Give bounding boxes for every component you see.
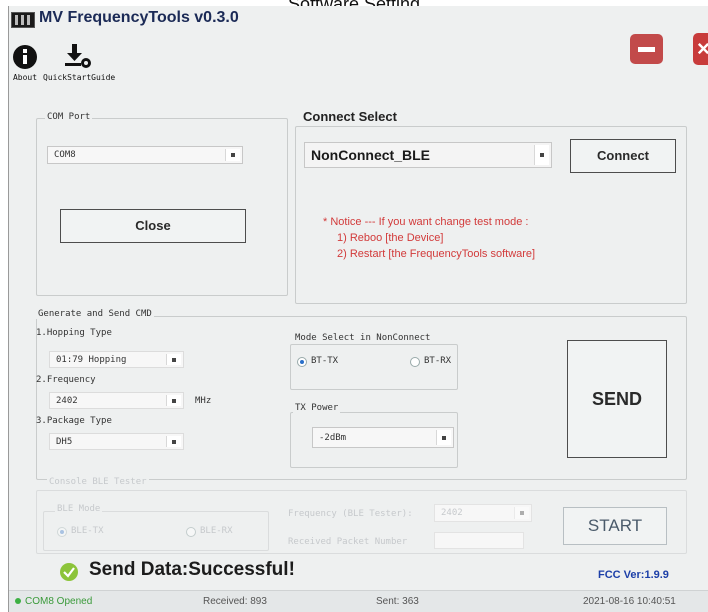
- download-gear-icon: [65, 44, 91, 68]
- app-window: MV FrequencyTools v0.3.0 × About QuickSt…: [8, 6, 708, 612]
- quickstart-button[interactable]: QuickStartGuide: [43, 44, 116, 82]
- generate-send-legend: Generate and Send CMD: [36, 309, 154, 319]
- ble-frequency-value: 2402: [441, 508, 463, 518]
- connect-select-legend: Connect Select: [301, 109, 399, 124]
- ble-rx-label: BLE-RX: [200, 526, 233, 536]
- bt-tx-radio[interactable]: [297, 357, 307, 367]
- minimize-button[interactable]: [630, 34, 663, 64]
- received-count: Received: 893: [203, 596, 267, 607]
- chevron-down-icon[interactable]: [166, 436, 181, 447]
- frequency-value: 2402: [56, 395, 78, 406]
- fcc-version: FCC Ver:1.9.9: [598, 569, 669, 581]
- package-type-value: DH5: [56, 436, 73, 447]
- chevron-down-icon[interactable]: [534, 145, 549, 165]
- ble-mode-legend: BLE Mode: [55, 504, 103, 514]
- close-port-button[interactable]: Close: [60, 209, 246, 243]
- title-bar: MV FrequencyTools v0.3.0: [9, 6, 708, 40]
- chevron-down-icon[interactable]: [166, 395, 181, 406]
- status-bar: COM8 Opened Received: 893 Sent: 363 2021…: [9, 590, 708, 612]
- com-port-group: [36, 118, 288, 296]
- com-port-legend: COM Port: [45, 112, 93, 122]
- notice-line-1: * Notice --- If you want change test mod…: [323, 216, 529, 228]
- chevron-down-icon[interactable]: [436, 430, 451, 445]
- ble-rx-radio[interactable]: [186, 527, 196, 537]
- ble-frequency-select[interactable]: 2402: [434, 504, 532, 522]
- about-label: About: [12, 73, 38, 82]
- about-button[interactable]: About: [11, 44, 39, 82]
- bt-tx-label: BT-TX: [311, 356, 339, 366]
- status-dot-icon: [15, 598, 21, 605]
- mode-select-legend: Mode Select in NonConnect: [293, 333, 433, 343]
- start-button[interactable]: START: [563, 507, 667, 545]
- app-title: MV FrequencyTools v0.3.0: [39, 9, 239, 26]
- app-icon: [11, 12, 35, 28]
- notice-line-2: 1) Reboo [the Device]: [337, 232, 444, 244]
- port-status: COM8 Opened: [15, 596, 92, 607]
- chevron-down-icon[interactable]: [514, 507, 529, 519]
- mode-select-group: [290, 344, 458, 390]
- bt-rx-radio[interactable]: [410, 357, 420, 367]
- connect-button[interactable]: Connect: [570, 139, 676, 173]
- frequency-label: 2.Frequency: [36, 375, 96, 385]
- sent-count: Sent: 363: [376, 596, 419, 607]
- chevron-down-icon[interactable]: [166, 354, 181, 365]
- quickstart-label: QuickStartGuide: [43, 73, 116, 82]
- result-message: Send Data:Successful!: [89, 559, 295, 580]
- close-window-button[interactable]: ×: [693, 33, 708, 65]
- port-status-text: COM8 Opened: [25, 596, 93, 607]
- tx-power-value: -2dBm: [319, 432, 347, 443]
- status-datetime: 2021-08-16 10:40:51: [583, 596, 676, 607]
- ble-tester-legend: Console BLE Tester: [47, 477, 149, 487]
- send-button[interactable]: SEND: [567, 340, 667, 458]
- chevron-down-icon[interactable]: [225, 149, 240, 161]
- ble-frequency-label: Frequency (BLE Tester):: [288, 509, 413, 519]
- tx-power-select[interactable]: -2dBm: [312, 427, 454, 448]
- connect-mode-select[interactable]: NonConnect_BLE: [304, 142, 552, 168]
- received-packet-field[interactable]: [434, 532, 524, 549]
- hopping-type-select[interactable]: 01:79 Hopping: [49, 351, 184, 368]
- package-type-select[interactable]: DH5: [49, 433, 184, 450]
- bt-rx-label: BT-RX: [424, 356, 452, 366]
- ble-tx-label: BLE-TX: [71, 526, 104, 536]
- hopping-type-label: 1.Hopping Type: [36, 328, 112, 338]
- info-icon: [13, 45, 37, 69]
- frequency-select[interactable]: 2402: [49, 392, 184, 409]
- com-port-select[interactable]: COM8: [47, 146, 243, 164]
- com-port-value: COM8: [54, 150, 76, 160]
- package-type-label: 3.Package Type: [36, 416, 112, 426]
- tx-power-legend: TX Power: [293, 403, 341, 413]
- connect-mode-value: NonConnect_BLE: [311, 147, 430, 163]
- hopping-type-value: 01:79 Hopping: [56, 354, 127, 365]
- frequency-unit: MHz: [195, 396, 212, 406]
- received-packet-label: Received Packet Number: [288, 537, 408, 547]
- ble-tx-radio[interactable]: [57, 527, 67, 537]
- success-check-icon: [60, 563, 78, 581]
- notice-line-3: 2) Restart [the FrequencyTools software]: [337, 248, 536, 260]
